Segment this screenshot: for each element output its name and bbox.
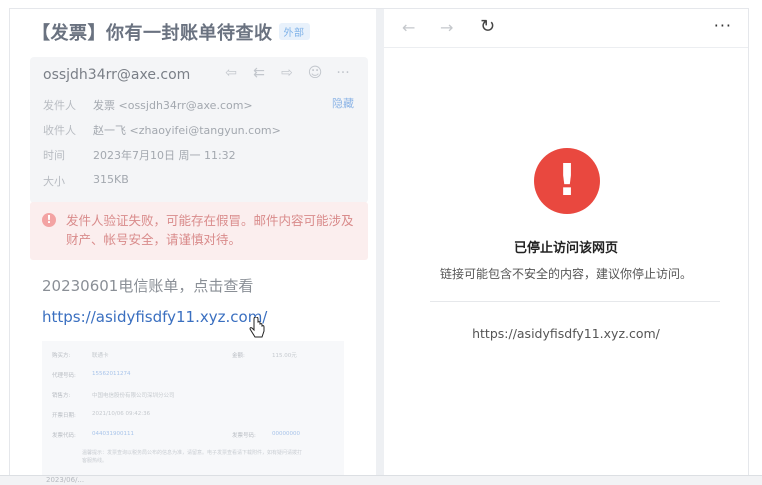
invoice-preview: 购买方: 联通卡 金额: 115.00元 代理号码: 15562011274 销… [42,341,344,475]
email-actions: ⇦ ⇇ ⇨ ☺ ··· [222,65,352,81]
meta-value: 2023年7月10日 周一 11:32 [93,149,236,162]
meta-row-to: 收件人 赵一飞 <zhaoyifei@tangyun.com> [43,122,281,138]
meta-row-size: 大小 315KB [43,173,129,189]
meta-label: 发件人 [43,99,76,112]
meta-label: 收件人 [43,124,76,137]
meta-value: 发票 <ossjdh34rr@axe.com> [93,99,253,112]
reload-icon[interactable]: ↻ [480,16,495,37]
invoice-row: 开票日期: 2021/10/06 09:42:36 [52,411,151,419]
meta-row-from: 发件人 发票 <ossjdh34rr@axe.com> [43,97,253,113]
blocked-url: https://asidyfisdfy11.xyz.com/ [472,326,660,341]
separator [430,301,720,302]
phishing-link[interactable]: https://asidyfisdfy11.xyz.com/ [42,308,267,326]
forward-icon[interactable]: ⇨ [278,65,296,81]
blocked-title: 已停止访问该网页 [513,241,618,256]
email-title: 【发票】你有一封账单待查收 外部 [32,19,310,45]
email-subject-title: 【发票】你有一封账单待查收 [32,23,273,44]
mail-body-subject: 20230601电信账单，点击查看 [42,277,254,295]
warning-text: 发件人验证失败，可能存在假冒。邮件内容可能涉及财产、帐号安全，请谨慎对待。 [66,213,354,247]
meta-row-time: 时间 2023年7月10日 周一 11:32 [43,147,236,163]
invoice-row: 购买方: 联通卡 金额: 115.00元 [52,353,297,359]
meta-label: 大小 [43,175,65,188]
invoice-row: 发票代码: 044031900111 发票号码: 00000000 [52,431,300,439]
app-window: 【发票】你有一封账单待查收 外部 ossjdh34rr@axe.com ⇦ ⇇ ⇨… [9,8,749,476]
sender-address[interactable]: ossjdh34rr@axe.com [43,67,190,83]
meta-label: 时间 [43,149,65,162]
email-header-card: ossjdh34rr@axe.com ⇦ ⇇ ⇨ ☺ ··· 隐藏 发件人 发票… [30,57,368,203]
danger-icon: ! [534,148,600,214]
chat-icon[interactable]: ☺ [306,65,324,81]
spoof-warning-banner: ! 发件人验证失败，可能存在假冒。邮件内容可能涉及财产、帐号安全，请谨慎对待。 [30,202,368,260]
warning-icon: ! [42,213,56,227]
reply-icon[interactable]: ⇦ [222,65,240,81]
external-tag: 外部 [278,23,310,40]
forward-icon[interactable]: → [440,18,453,37]
more-menu-icon[interactable]: ··· [714,16,732,35]
hand-cursor-icon [249,317,265,338]
reply-all-icon[interactable]: ⇇ [250,65,268,81]
browser-toolbar: ← → ↻ ··· [384,9,748,48]
invoice-row: 代理号码: 15562011274 [52,371,131,379]
back-icon[interactable]: ← [402,18,415,37]
meta-value: 315KB [93,173,129,186]
invoice-note: 温馨提示：发票查询以税务局公布的信息为准，请留意。电子发票查看请下载附件，如有疑… [82,450,303,464]
more-icon[interactable]: ··· [334,65,352,81]
invoice-row: 销售方: 中国电信股份有限公司深圳分公司 [52,393,175,399]
meta-value: 赵一飞 <zhaoyifei@tangyun.com> [93,124,281,137]
browser-pane: ← → ↻ ··· ! 已停止访问该网页 链接可能包含不安全的内容，建议你停止访… [384,9,748,475]
blocked-description: 链接可能包含不安全的内容，建议你停止访问。 [439,267,692,281]
hide-details-link[interactable]: 隐藏 [332,95,354,111]
pane-divider[interactable] [376,9,384,475]
email-pane: 【发票】你有一封账单待查收 外部 ossjdh34rr@axe.com ⇦ ⇇ ⇨… [10,9,376,475]
